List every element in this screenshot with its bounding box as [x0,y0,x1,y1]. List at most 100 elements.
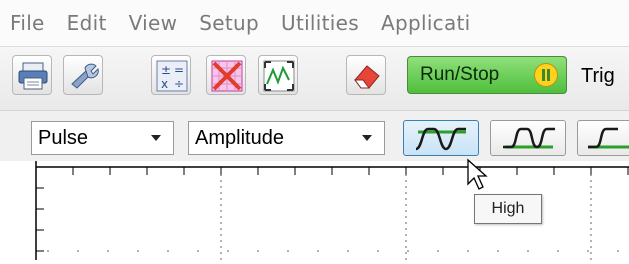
grid-dot [437,250,439,252]
grid-dot [377,250,379,252]
grid-dot [405,216,407,218]
mouse-pointer-icon [467,158,488,190]
grid-dot [197,250,199,252]
measurement-type-value: Pulse [38,126,89,149]
grid-dot [617,250,619,252]
grid-dot [405,228,407,230]
rise-level-button[interactable] [577,120,629,156]
run-stop-label: Run/Stop [420,64,500,85]
grid-dot [107,250,109,252]
grid-dot [405,234,407,236]
grid-dot [137,250,139,252]
grid-dot [317,250,319,252]
chevron-down-icon [362,135,372,141]
clear-button[interactable] [346,55,386,95]
grid-dot [405,210,407,212]
grid-dot [167,250,169,252]
menu-edit[interactable]: Edit [67,11,107,35]
grid-dot [405,240,407,242]
eraser-icon [354,65,380,89]
high-level-button[interactable] [403,120,479,156]
grid-dot [220,174,222,176]
grid-dot [220,246,222,248]
rise-icon [588,127,629,149]
grid-dot [590,198,592,200]
menu-view[interactable]: View [129,11,178,35]
grid-dot [220,186,222,188]
grid-dot [587,250,589,252]
settings-button[interactable] [63,55,103,95]
grid-dot [590,228,592,230]
menu-utilities[interactable]: Utilities [281,11,359,35]
measurement-bar: Pulse Amplitude [0,110,629,162]
measurement-type-select[interactable]: Pulse [31,121,174,155]
grid-dot [557,250,559,252]
grid-dot [590,234,592,236]
menu-setup[interactable]: Setup [199,11,259,35]
grid-dot [405,186,407,188]
wrench-icon [71,63,99,89]
tooltip: High [474,194,542,224]
grid-dot [590,180,592,182]
grid-dot [590,192,592,194]
grid-dot [590,222,592,224]
grid-dot [405,180,407,182]
grid-dot [405,204,407,206]
grid-dot [497,250,499,252]
grid-dot [407,250,409,252]
autoscale-button[interactable] [258,55,298,95]
low-level-button[interactable] [490,120,566,156]
grid-dot [220,216,222,218]
grid-dot [405,222,407,224]
svg-text:=: = [174,63,184,77]
grid-dot [220,210,222,212]
grid-dot [77,250,79,252]
grid-dot [590,204,592,206]
grid-dot [220,180,222,182]
print-button[interactable] [12,55,52,95]
high-pulse-icon [415,127,466,151]
grid-dot [405,198,407,200]
grid-dot [527,250,529,252]
grid-dot [220,234,222,236]
svg-text:÷: ÷ [174,77,184,91]
toolbar: ± = x ÷ Run/Stop Trig [0,46,629,111]
chevron-down-icon [151,135,161,141]
grid-dot [287,250,289,252]
printer-icon [18,62,48,90]
low-pulse-icon [503,127,555,149]
menu-file[interactable]: File [10,11,45,35]
grid-dot [257,250,259,252]
chart-grid-icon [211,60,243,92]
grid-dot [590,174,592,176]
math-button[interactable]: ± = x ÷ [151,55,191,95]
grid-dot [220,204,222,206]
calculator-icon: ± = x ÷ [156,60,188,92]
grid-dot [220,228,222,230]
menu-bar: File Edit View Setup Utilities Applicati [0,0,629,46]
svg-text:x: x [161,77,168,91]
grid-dot [405,174,407,176]
grid-dot [405,192,407,194]
measurement-param-select[interactable]: Amplitude [188,121,385,155]
grid-dot [347,250,349,252]
grid-button[interactable] [206,55,246,95]
grid-dot [590,252,592,254]
grid-dot [405,246,407,248]
grid-dot [220,198,222,200]
grid-dot [220,192,222,194]
measurement-param-value: Amplitude [195,126,284,149]
grid-dot [220,222,222,224]
pause-icon [534,63,558,87]
grid-dot [47,250,49,252]
trigger-label[interactable]: Trig [581,65,615,88]
menu-applications[interactable]: Applicati [381,11,471,35]
zoom-fit-icon [263,60,295,92]
grid-dot [590,240,592,242]
grid-dot [220,252,222,254]
grid-dot [467,250,469,252]
grid-dot [227,250,229,252]
grid-dot [590,186,592,188]
run-stop-button[interactable]: Run/Stop [407,56,567,94]
svg-text:±: ± [161,63,171,77]
